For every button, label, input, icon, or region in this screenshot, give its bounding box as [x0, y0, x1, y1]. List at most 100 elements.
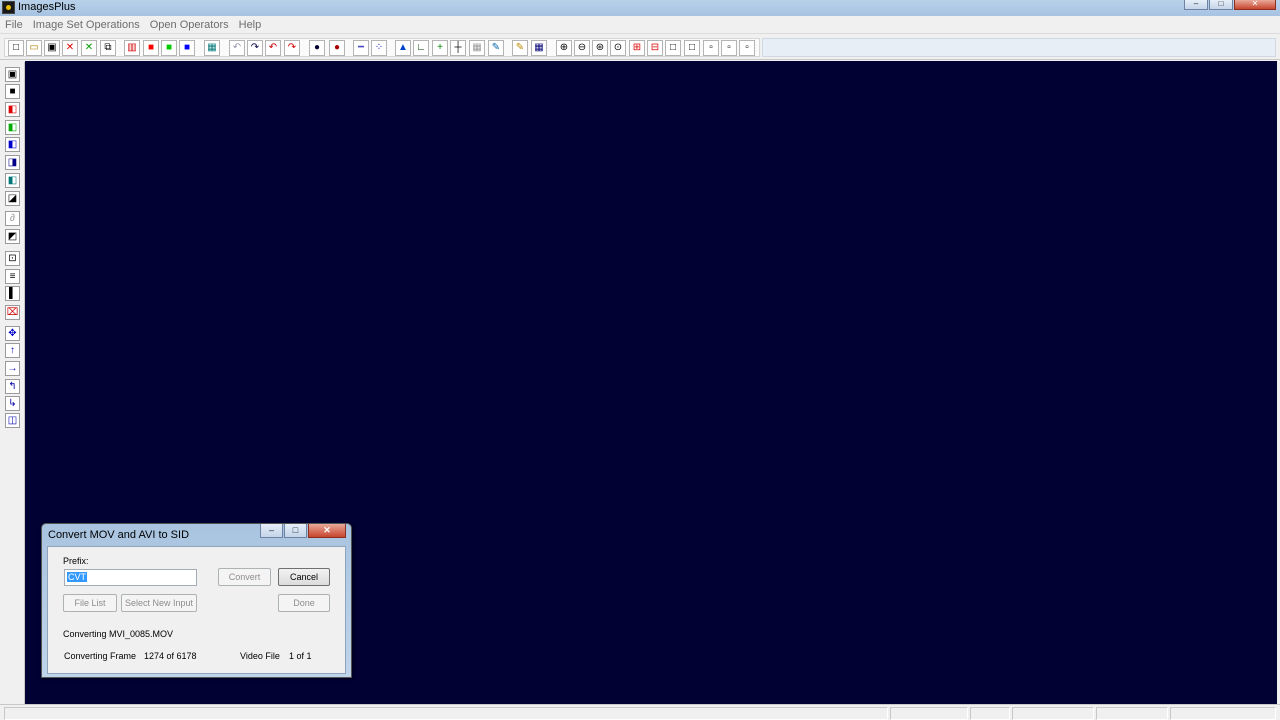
menu-file[interactable]: File [0, 17, 28, 33]
close-red-x-icon[interactable]: ✕ [62, 40, 78, 56]
undo-icon[interactable]: ↶ [229, 40, 245, 56]
video-file-label: Video File [240, 651, 280, 661]
left-tool-slash-icon[interactable]: ◩ [5, 229, 20, 244]
converting-status: Converting MVI_0085.MOV [63, 629, 174, 639]
axes-icon[interactable]: ∟ [413, 40, 429, 56]
window-title: ImagesPlus [18, 1, 76, 13]
prefix-value: CVT [67, 572, 87, 582]
frame-label: Converting Frame [64, 651, 137, 661]
grid-icon[interactable]: ▦ [204, 40, 220, 56]
left-tool-red-black-icon[interactable]: ◧ [5, 102, 20, 117]
square-min-icon[interactable]: ▫ [739, 40, 755, 56]
main-toolbar: □ ▭ ▣ ✕ ✕ ⧉ ▥ ■ ■ ■ ▦ ↶ ↷ ↶ ↷ ● ● ┅ ⁘ ▲ ∟ + ┼ ▦ ✎ ✎ ▦ ⊕ ⊖ ⊛ ⊙ ⊞ ⊟ □ □ ▫ ▫ ▫ [0, 36, 1280, 60]
green-channel-icon[interactable]: ■ [161, 40, 177, 56]
window-controls: – □ ✕ [1184, 0, 1276, 10]
zoom-fit-icon[interactable]: ⊛ [592, 40, 608, 56]
menu-help[interactable]: Help [234, 17, 267, 33]
left-tool-align-icon[interactable]: ≡ [5, 269, 20, 284]
menu-open-operators[interactable]: Open Operators [145, 17, 234, 33]
left-tool-black-bar-icon[interactable]: ▌ [5, 286, 20, 301]
square-small-icon[interactable]: ▫ [703, 40, 719, 56]
pencil-icon[interactable]: ✎ [512, 40, 528, 56]
left-tool-green-black-icon[interactable]: ◧ [5, 120, 20, 135]
rgb-channels-icon[interactable]: ▥ [124, 40, 140, 56]
histogram-icon[interactable]: ▲ [395, 40, 411, 56]
crosshair-icon[interactable]: ┼ [450, 40, 466, 56]
redo-icon[interactable]: ↷ [247, 40, 263, 56]
dotted-path-icon[interactable]: ⁘ [371, 40, 387, 56]
dialog-window-controls: – □ ✕ [260, 524, 346, 538]
grid-select-icon[interactable]: ▦ [469, 40, 485, 56]
red-minus-icon[interactable]: ⊟ [647, 40, 663, 56]
blue-channel-icon[interactable]: ■ [179, 40, 195, 56]
circle-select-icon[interactable]: ● [309, 40, 325, 56]
open-file-icon[interactable]: ▭ [26, 40, 42, 56]
green-cross-icon[interactable]: + [432, 40, 448, 56]
red-plus-icon[interactable]: ⊞ [629, 40, 645, 56]
done-button[interactable]: Done [278, 594, 330, 612]
left-tool-cyan-icon[interactable]: ◧ [5, 173, 20, 188]
close-button[interactable]: ✕ [1234, 0, 1276, 10]
left-tool-mirror-icon[interactable]: ◫ [5, 413, 20, 428]
paint-icon[interactable]: ✎ [488, 40, 504, 56]
zoom-in-icon[interactable]: ⊕ [556, 40, 572, 56]
left-tool-blue-black-icon[interactable]: ◧ [5, 137, 20, 152]
status-cell-5 [1096, 707, 1168, 720]
prefix-label: Prefix: [63, 556, 89, 566]
grid-fill-icon[interactable]: ▦ [531, 40, 547, 56]
red-circle-icon[interactable]: ● [329, 40, 345, 56]
red-channel-icon[interactable]: ■ [143, 40, 159, 56]
video-file-value: 1 of 1 [289, 651, 312, 661]
cancel-button[interactable]: Cancel [278, 568, 330, 586]
title-bar: ImagesPlus – □ ✕ [0, 0, 1280, 16]
status-bar [0, 704, 1280, 720]
square-large-icon[interactable]: □ [665, 40, 681, 56]
file-list-button[interactable]: File List [63, 594, 117, 612]
close-green-x-icon[interactable]: ✕ [81, 40, 97, 56]
left-tool-rotate-right-icon[interactable]: ↳ [5, 396, 20, 411]
copy-icon[interactable]: ⧉ [100, 40, 116, 56]
app-icon [2, 1, 15, 14]
status-cell-2 [890, 707, 968, 720]
menu-bar: File Image Set Operations Open Operators… [0, 17, 1280, 34]
toolbar-empty-area [762, 38, 1276, 57]
left-tool-script-icon[interactable]: ∂ [5, 211, 20, 226]
status-cell-main [4, 707, 888, 720]
dialog-close-button[interactable]: ✕ [308, 524, 346, 538]
convert-dialog: Convert MOV and AVI to SID – □ ✕ Prefix:… [41, 523, 352, 678]
zoom-actual-icon[interactable]: ⊙ [610, 40, 626, 56]
left-tool-right-arrow-icon[interactable]: → [5, 361, 20, 376]
left-tool-rotate-left-icon[interactable]: ↰ [5, 379, 20, 394]
frame-value: 1274 of 6178 [144, 651, 197, 661]
prefix-input[interactable]: CVT [64, 569, 197, 586]
left-toolbar: ▣ ■ ◧ ◧ ◧ ◨ ◧ ◪ ∂ ◩ ⊡ ≡ ▌ ⌧ ✥ ↑ → ↰ ↳ ◫ [0, 62, 25, 704]
left-tool-select-red-icon[interactable]: ⌧ [5, 305, 20, 320]
square-medium-icon[interactable]: □ [684, 40, 700, 56]
dialog-body: Prefix: CVT Convert Cancel File List Sel… [47, 546, 346, 674]
status-cell-6 [1170, 707, 1276, 720]
convert-button[interactable]: Convert [218, 568, 271, 586]
left-tool-up-arrow-icon[interactable]: ↑ [5, 343, 20, 358]
left-tool-save-icon[interactable]: ▣ [5, 67, 20, 82]
dialog-title: Convert MOV and AVI to SID [48, 529, 190, 541]
left-tool-move-icon[interactable]: ✥ [5, 326, 20, 341]
save-icon[interactable]: ▣ [44, 40, 60, 56]
new-file-icon[interactable]: □ [8, 40, 24, 56]
square-tiny-icon[interactable]: ▫ [721, 40, 737, 56]
dialog-minimize-button[interactable]: – [260, 524, 283, 538]
status-cell-4 [1012, 707, 1094, 720]
undo-red-icon[interactable]: ↶ [265, 40, 281, 56]
left-tool-blue-alt-icon[interactable]: ◨ [5, 155, 20, 170]
menu-image-set-operations[interactable]: Image Set Operations [28, 17, 145, 33]
dialog-maximize-button[interactable]: □ [284, 524, 307, 538]
dotted-line-icon[interactable]: ┅ [353, 40, 369, 56]
left-tool-black-corner-icon[interactable]: ◪ [5, 191, 20, 206]
status-cell-3 [970, 707, 1010, 720]
zoom-out-icon[interactable]: ⊖ [574, 40, 590, 56]
left-tool-target-icon[interactable]: ⊡ [5, 251, 20, 266]
select-new-input-button[interactable]: Select New Input [121, 594, 197, 612]
maximize-button[interactable]: □ [1209, 0, 1233, 10]
redo-red-icon[interactable]: ↷ [284, 40, 300, 56]
left-tool-black-icon[interactable]: ■ [5, 84, 20, 99]
minimize-button[interactable]: – [1184, 0, 1208, 10]
